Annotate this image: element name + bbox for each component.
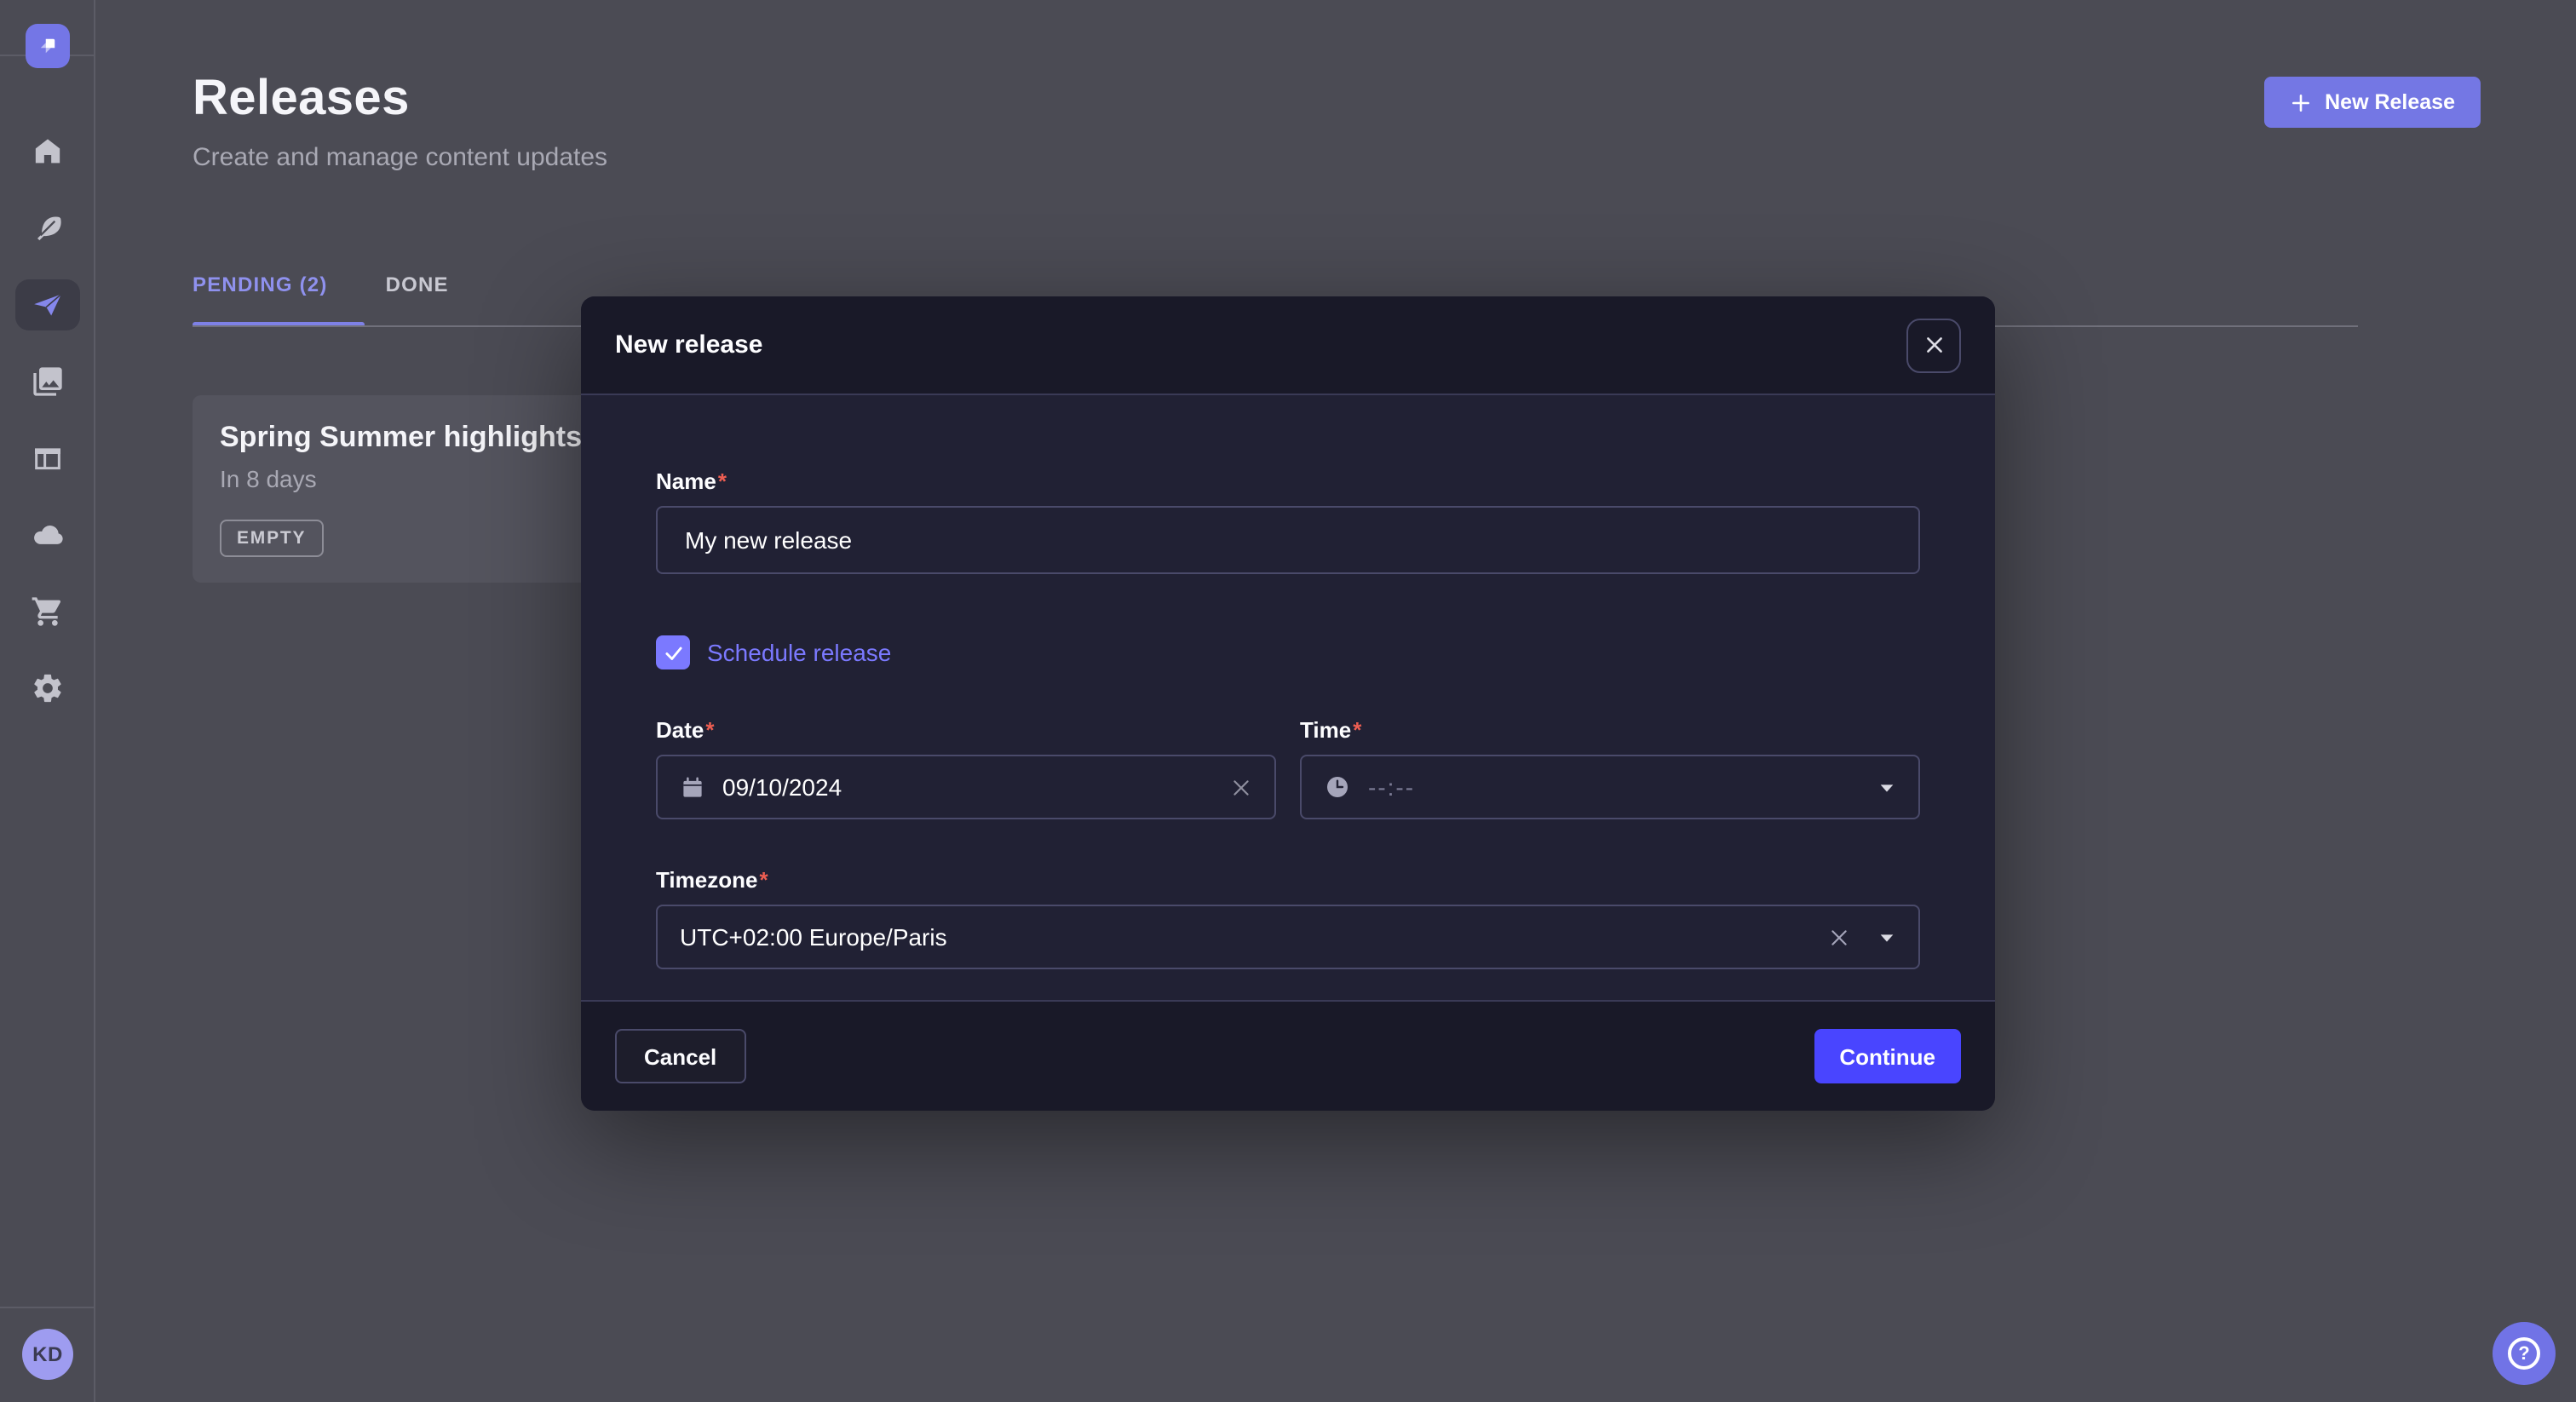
schedule-release-checkbox-row[interactable]: Schedule release xyxy=(656,635,1920,669)
schedule-checkbox[interactable] xyxy=(656,635,690,669)
new-release-button-label: New Release xyxy=(2325,90,2455,114)
timezone-clear-button[interactable] xyxy=(1828,926,1850,948)
clock-icon xyxy=(1324,773,1351,801)
time-field: Time* --:-- xyxy=(1300,717,1920,819)
chevron-down-icon xyxy=(1877,778,1896,796)
time-input[interactable]: --:-- xyxy=(1300,755,1920,819)
cloud-icon xyxy=(30,518,64,552)
feather-icon xyxy=(30,211,64,245)
images-icon xyxy=(30,365,64,399)
strapi-logo-glyph xyxy=(32,31,63,61)
modal-header: New release xyxy=(581,296,1995,395)
cancel-button[interactable]: Cancel xyxy=(615,1029,745,1083)
sidebar-item-content-type-builder[interactable] xyxy=(14,433,79,484)
gear-icon xyxy=(30,671,64,705)
sidebar-item-home[interactable] xyxy=(14,126,79,177)
continue-button[interactable]: Continue xyxy=(1814,1029,1961,1083)
sidebar-item-settings[interactable] xyxy=(14,663,79,714)
name-input-value: My new release xyxy=(685,526,852,554)
home-icon xyxy=(30,135,64,169)
tab-bar: PENDING (2) DONE xyxy=(193,273,449,303)
required-marker: * xyxy=(718,468,727,494)
date-field-label: Date* xyxy=(656,717,1276,743)
name-input[interactable]: My new release xyxy=(656,506,1920,574)
timezone-select-value: UTC+02:00 Europe/Paris xyxy=(680,923,1811,951)
tab-done[interactable]: DONE xyxy=(386,273,449,303)
time-field-label: Time* xyxy=(1300,717,1920,743)
avatar[interactable]: KD xyxy=(22,1329,73,1380)
cart-icon xyxy=(30,595,64,629)
tab-pending[interactable]: PENDING (2) xyxy=(193,273,328,303)
status-badge: EMPTY xyxy=(220,520,323,557)
layout-icon xyxy=(30,441,64,475)
timezone-select[interactable]: UTC+02:00 Europe/Paris xyxy=(656,905,1920,969)
avatar-initials: KD xyxy=(32,1342,63,1366)
schedule-checkbox-label: Schedule release xyxy=(707,639,891,666)
close-icon xyxy=(1923,334,1945,356)
checkmark-icon xyxy=(662,641,684,664)
name-field-label: Name* xyxy=(656,468,1920,494)
modal-body: Name* My new release Schedule release Da… xyxy=(581,395,1995,1000)
page-subtitle: Create and manage content updates xyxy=(193,143,607,172)
time-input-placeholder: --:-- xyxy=(1368,773,1860,801)
required-marker: * xyxy=(1353,717,1361,743)
modal-close-button[interactable] xyxy=(1906,318,1961,372)
clear-icon xyxy=(1230,776,1252,798)
sidebar: KD xyxy=(0,0,95,1402)
sidebar-item-deploy[interactable] xyxy=(14,509,79,560)
modal-title: New release xyxy=(615,330,762,359)
modal-footer: Cancel Continue xyxy=(581,1000,1995,1111)
timezone-field-label: Timezone* xyxy=(656,867,1920,893)
page-title: Releases xyxy=(193,72,410,128)
clear-icon xyxy=(1828,926,1850,948)
sidebar-item-media-library[interactable] xyxy=(14,356,79,407)
sidebar-item-content-manager[interactable] xyxy=(14,203,79,254)
required-marker: * xyxy=(759,867,768,893)
paper-plane-icon xyxy=(30,288,64,322)
new-release-button[interactable]: New Release xyxy=(2263,77,2481,128)
date-field: Date* 09/10/2024 xyxy=(656,717,1276,819)
strapi-logo-icon[interactable] xyxy=(26,24,70,68)
app-root: KD Releases Create and manage content up… xyxy=(0,0,2576,1402)
chevron-down-icon xyxy=(1877,928,1896,946)
date-input-value: 09/10/2024 xyxy=(722,773,1213,801)
plus-icon xyxy=(2289,91,2311,113)
help-button[interactable]: ? xyxy=(2493,1322,2556,1385)
calendar-icon xyxy=(680,774,705,800)
sidebar-divider xyxy=(0,1307,94,1308)
date-input[interactable]: 09/10/2024 xyxy=(656,755,1276,819)
required-marker: * xyxy=(705,717,714,743)
question-mark-icon: ? xyxy=(2508,1337,2540,1370)
sidebar-item-marketplace[interactable] xyxy=(14,586,79,637)
date-time-row: Date* 09/10/2024 xyxy=(656,717,1920,819)
sidebar-item-releases[interactable] xyxy=(14,279,79,330)
date-clear-button[interactable] xyxy=(1230,776,1252,798)
new-release-modal: New release Name* My new release xyxy=(581,296,1995,1111)
sidebar-nav xyxy=(0,112,94,714)
